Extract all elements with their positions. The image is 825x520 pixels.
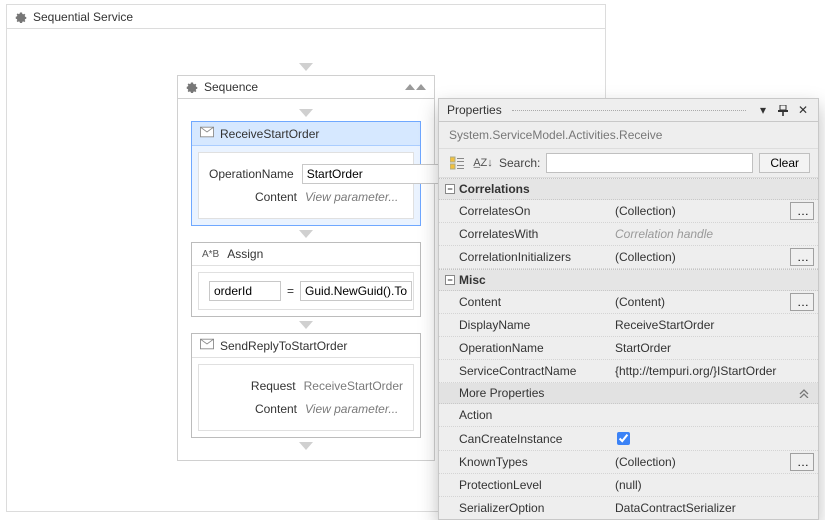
ellipsis-button[interactable]: … — [790, 202, 814, 220]
prop-label: DisplayName — [439, 315, 609, 335]
prop-value[interactable]: StartOrder — [613, 339, 814, 357]
cancreateinstance-checkbox[interactable] — [617, 432, 630, 445]
prop-label: CanCreateInstance — [439, 429, 609, 449]
prop-value: (Collection) — [613, 202, 786, 220]
receive-title: ReceiveStartOrder — [220, 127, 319, 141]
prop-value[interactable]: (null) — [613, 476, 814, 494]
properties-panel: Properties ▾ ✕ System.ServiceModel.Activ… — [438, 98, 819, 520]
prop-value[interactable]: {http://tempuri.org/}IStartOrder — [613, 362, 814, 380]
sequence-icon — [186, 81, 198, 93]
prop-action[interactable]: Action — [439, 404, 818, 427]
properties-title: Properties — [447, 103, 502, 117]
content-label: Content — [209, 190, 305, 204]
assign-title: Assign — [227, 247, 263, 261]
request-value: ReceiveStartOrder — [304, 376, 403, 396]
category-misc[interactable]: − Misc — [439, 270, 818, 291]
receive-icon — [200, 126, 214, 141]
more-properties-label: More Properties — [459, 386, 544, 400]
sendreply-title: SendReplyToStartOrder — [220, 339, 347, 353]
drop-indicator-icon — [299, 63, 313, 71]
prop-correlateson[interactable]: CorrelatesOn (Collection)… — [439, 200, 818, 223]
ellipsis-button[interactable]: … — [790, 248, 814, 266]
assign-header[interactable]: A*B Assign — [192, 243, 420, 266]
prop-label: Action — [439, 405, 609, 425]
prop-knowntypes[interactable]: KnownTypes (Collection)… — [439, 451, 818, 474]
properties-titlebar[interactable]: Properties ▾ ✕ — [439, 99, 818, 122]
reply-content-label: Content — [209, 402, 305, 416]
search-input[interactable] — [546, 153, 753, 173]
operation-name-label: OperationName — [209, 167, 302, 181]
assign-to-input[interactable] — [209, 281, 281, 301]
assign-value-input[interactable] — [300, 281, 412, 301]
prop-value[interactable]: ReceiveStartOrder — [613, 316, 814, 334]
grip-line — [512, 110, 746, 111]
category-correlations[interactable]: − Correlations — [439, 179, 818, 200]
prop-correlationinitializers[interactable]: CorrelationInitializers (Collection)… — [439, 246, 818, 269]
ellipsis-button[interactable]: … — [790, 293, 814, 311]
equals-label: = — [287, 284, 294, 298]
sendreply-header[interactable]: SendReplyToStartOrder — [192, 334, 420, 358]
prop-cancreateinstance[interactable]: CanCreateInstance — [439, 427, 818, 451]
designer-header: Sequential Service — [7, 5, 605, 29]
pin-icon[interactable] — [776, 103, 790, 117]
prop-value[interactable]: DataContractSerializer — [613, 499, 814, 517]
search-label: Search: — [499, 156, 540, 170]
reply-view-parameter-link[interactable]: View parameter... — [305, 399, 403, 419]
prop-label: ProtectionLevel — [439, 475, 609, 495]
prop-correlateswith[interactable]: CorrelatesWith Correlation handle — [439, 223, 818, 246]
prop-label: Content — [439, 292, 609, 312]
prop-displayname[interactable]: DisplayName ReceiveStartOrder — [439, 314, 818, 337]
collapse-button[interactable] — [405, 84, 426, 90]
prop-protectionlevel[interactable]: ProtectionLevel (null) — [439, 474, 818, 497]
prop-value[interactable] — [613, 406, 814, 424]
prop-servicecontractname[interactable]: ServiceContractName {http://tempuri.org/… — [439, 360, 818, 383]
category-misc-label: Misc — [459, 273, 486, 287]
sendreply-activity[interactable]: SendReplyToStartOrder Request ReceiveSta… — [191, 333, 421, 438]
category-correlations-label: Correlations — [459, 182, 530, 196]
prop-label: CorrelatesWith — [439, 224, 609, 244]
categorized-button[interactable] — [447, 153, 467, 173]
prop-value: (Collection) — [613, 248, 786, 266]
expand-icon[interactable] — [798, 386, 810, 400]
clear-button[interactable]: Clear — [759, 153, 810, 173]
prop-label: KnownTypes — [439, 452, 609, 472]
prop-label: ServiceContractName — [439, 361, 609, 381]
sequence-activity[interactable]: Sequence ReceiveStartOrder Operatio — [177, 75, 435, 461]
designer-title: Sequential Service — [33, 10, 133, 24]
prop-value: (Content) — [613, 293, 786, 311]
receive-header[interactable]: ReceiveStartOrder — [192, 122, 420, 146]
properties-toolbar: A̲Z↓ Search: Clear — [439, 148, 818, 178]
dropdown-icon[interactable]: ▾ — [756, 103, 770, 117]
view-parameter-link[interactable]: View parameter... — [305, 187, 403, 207]
sequence-header[interactable]: Sequence — [178, 76, 434, 99]
prop-label: CorrelatesOn — [439, 201, 609, 221]
sequence-title: Sequence — [204, 80, 258, 94]
alphabetical-button[interactable]: A̲Z↓ — [473, 153, 493, 173]
close-icon[interactable]: ✕ — [796, 103, 810, 117]
prop-value[interactable]: Correlation handle — [613, 225, 814, 243]
assign-activity[interactable]: A*B Assign = — [191, 242, 421, 317]
receive-activity[interactable]: ReceiveStartOrder OperationName Content … — [191, 121, 421, 226]
drop-indicator-icon — [299, 109, 313, 117]
ellipsis-button[interactable]: … — [790, 453, 814, 471]
sendreply-icon — [200, 338, 214, 353]
prop-content[interactable]: Content (Content)… — [439, 291, 818, 314]
prop-serializeroption[interactable]: SerializerOption DataContractSerializer — [439, 497, 818, 519]
prop-operationname[interactable]: OperationName StartOrder — [439, 337, 818, 360]
collapse-toggle-icon[interactable]: − — [445, 184, 455, 194]
prop-label: CorrelationInitializers — [439, 247, 609, 267]
prop-label: SerializerOption — [439, 498, 609, 518]
assign-icon: A*B — [200, 249, 221, 260]
drop-indicator-icon — [299, 321, 313, 329]
properties-type: System.ServiceModel.Activities.Receive — [439, 122, 818, 148]
workflow-icon — [15, 11, 27, 23]
prop-label: OperationName — [439, 338, 609, 358]
drop-indicator-icon — [299, 230, 313, 238]
drop-indicator-icon — [299, 442, 313, 450]
more-properties-row[interactable]: More Properties — [439, 383, 818, 404]
prop-value: (Collection) — [613, 453, 786, 471]
request-label: Request — [209, 379, 304, 393]
collapse-toggle-icon[interactable]: − — [445, 275, 455, 285]
